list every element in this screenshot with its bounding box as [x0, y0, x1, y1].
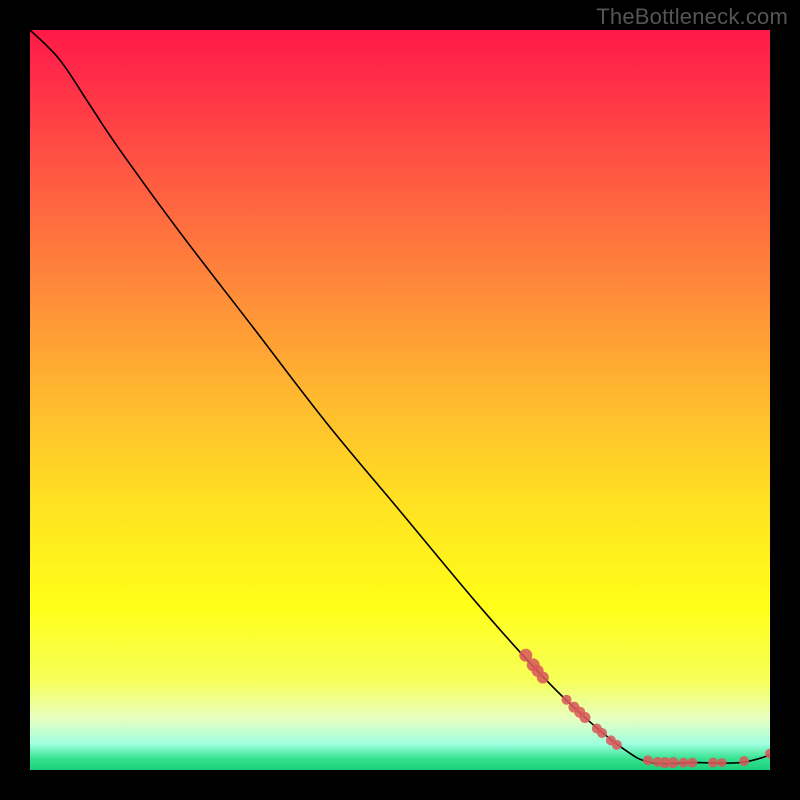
- chart-svg: [30, 30, 770, 770]
- chart-container: TheBottleneck.com: [0, 0, 800, 800]
- data-point: [739, 756, 749, 766]
- data-point: [668, 757, 679, 768]
- plot-area: [30, 30, 770, 770]
- data-point: [562, 695, 572, 705]
- gradient-background: [30, 30, 770, 770]
- watermark-text: TheBottleneck.com: [596, 4, 788, 30]
- data-point: [717, 758, 726, 767]
- data-point: [597, 728, 607, 738]
- data-point: [612, 740, 622, 750]
- data-point: [678, 758, 688, 768]
- data-point: [687, 758, 697, 768]
- data-point: [643, 755, 653, 765]
- data-point: [537, 672, 549, 684]
- data-point: [708, 758, 718, 768]
- data-point: [580, 712, 591, 723]
